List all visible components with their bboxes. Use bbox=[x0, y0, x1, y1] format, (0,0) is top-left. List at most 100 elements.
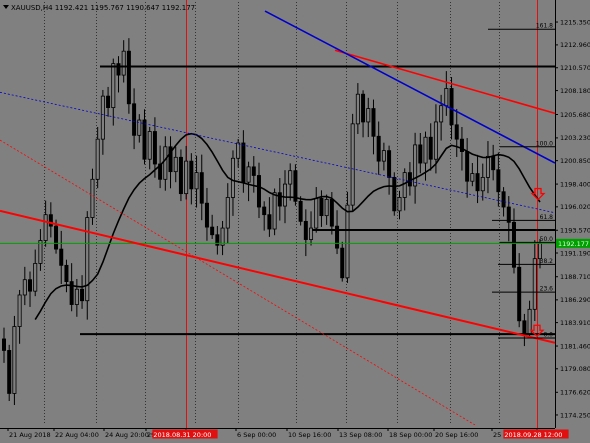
candle-body bbox=[28, 279, 33, 292]
candle-body bbox=[132, 103, 137, 136]
fib-level-label: 161.8 bbox=[536, 23, 553, 30]
candle-body bbox=[230, 157, 235, 198]
price-tick-label: 1208.180 bbox=[560, 87, 590, 95]
candle-body bbox=[17, 294, 22, 327]
candle-body bbox=[7, 350, 12, 394]
candle-body bbox=[371, 108, 376, 137]
price-tick-label: 1186.290 bbox=[560, 296, 590, 304]
candle-body bbox=[12, 326, 17, 394]
price-tick-label: 1196.020 bbox=[560, 203, 590, 211]
candle-body bbox=[485, 155, 490, 178]
candle-body bbox=[470, 173, 475, 182]
candle-body bbox=[85, 217, 90, 302]
price-tick-label: 1188.710 bbox=[560, 273, 590, 281]
time-tick-label: 22 Aug 04:00 bbox=[55, 431, 99, 439]
candle-body bbox=[418, 144, 423, 164]
candle-body bbox=[298, 200, 303, 222]
candle-body bbox=[111, 63, 116, 109]
current-price-label: 1192.177 bbox=[558, 240, 589, 248]
candle-body bbox=[517, 266, 522, 322]
candle-body bbox=[387, 150, 392, 178]
candle-body bbox=[449, 88, 454, 126]
candle-body bbox=[236, 142, 241, 159]
candle-body bbox=[43, 214, 48, 241]
time-tick-label: 13 Sep 08:00 bbox=[339, 431, 382, 439]
candle-body bbox=[64, 264, 69, 282]
candle-body bbox=[220, 227, 225, 246]
candle-body bbox=[465, 151, 470, 182]
candle-body bbox=[74, 288, 79, 305]
candle-body bbox=[80, 288, 85, 302]
candle-body bbox=[345, 204, 350, 279]
candle-body bbox=[272, 192, 277, 230]
candle-body bbox=[178, 156, 183, 195]
candle-body bbox=[491, 155, 496, 171]
candle-body bbox=[496, 169, 501, 193]
symbol-header: XAUUSD,H4 1192.421 1195.767 1190.647 119… bbox=[3, 4, 195, 12]
price-tick-label: 1205.680 bbox=[560, 111, 590, 119]
time-tick-label: 10 Sep 16:00 bbox=[288, 431, 331, 439]
candle-body bbox=[90, 178, 95, 218]
candle-body bbox=[392, 176, 397, 212]
candle-body bbox=[163, 146, 168, 180]
symbol-label: XAUUSD,H4 1192.421 1195.767 1190.647 119… bbox=[11, 4, 195, 12]
price-tick-label: 1191.190 bbox=[560, 249, 590, 257]
candle-body bbox=[350, 123, 355, 206]
candle-body bbox=[2, 338, 7, 351]
candle-body bbox=[454, 124, 459, 140]
candle-body bbox=[121, 50, 126, 76]
candle-body bbox=[522, 320, 527, 335]
candle-body bbox=[22, 279, 27, 296]
candle-body bbox=[532, 258, 537, 310]
time-tick-label: 6 Sep 00:00 bbox=[237, 431, 276, 439]
price-tick-label: 1198.400 bbox=[560, 180, 590, 188]
fib-level-label: 0.0 bbox=[543, 332, 553, 339]
candle-body bbox=[366, 108, 371, 123]
candle-body bbox=[262, 206, 267, 216]
candle-body bbox=[184, 160, 189, 195]
candle-body bbox=[538, 242, 543, 260]
candle-body bbox=[256, 175, 261, 208]
price-tick-label: 1179.080 bbox=[560, 365, 590, 373]
price-tick-label: 1181.460 bbox=[560, 342, 590, 350]
candle-body bbox=[413, 144, 418, 187]
candle-body bbox=[288, 170, 293, 185]
candle-body bbox=[142, 119, 147, 160]
candle-body bbox=[376, 135, 381, 162]
price-tick-label: 1215.350 bbox=[560, 18, 590, 26]
candle-body bbox=[480, 176, 485, 192]
time-tick-label: 18 Sep 00:00 bbox=[389, 431, 432, 439]
price-tick-label: 1193.570 bbox=[560, 227, 590, 235]
candle-body bbox=[189, 160, 194, 190]
candle-body bbox=[340, 247, 345, 279]
candle-body bbox=[439, 105, 444, 123]
fib-level-label: 23.6 bbox=[540, 286, 554, 293]
candle-body bbox=[475, 173, 480, 192]
candle-body bbox=[199, 172, 204, 204]
candle-body bbox=[501, 191, 506, 208]
price-tick-label: 1200.850 bbox=[560, 157, 590, 165]
candle-body bbox=[433, 121, 438, 160]
candle-body bbox=[428, 136, 433, 160]
candle-body bbox=[397, 197, 402, 212]
candle-body bbox=[59, 248, 64, 266]
candle-body bbox=[355, 93, 360, 125]
candle-body bbox=[173, 156, 178, 173]
candle-body bbox=[381, 150, 386, 162]
price-chart[interactable]: 161.8 100.0 61.8 50.0 38.2 23.6 0.0 1215.350 12… bbox=[0, 0, 590, 443]
candle-body bbox=[277, 192, 282, 207]
fib-level-label: 50.0 bbox=[540, 236, 554, 243]
candle-body bbox=[314, 198, 319, 229]
candle-body bbox=[283, 183, 288, 207]
time-tick-label: 24 Aug 20:00 bbox=[105, 431, 149, 439]
candle-body bbox=[402, 172, 407, 198]
candle-body bbox=[48, 214, 53, 227]
price-tick-label: 1203.230 bbox=[560, 134, 590, 142]
candle-body bbox=[303, 220, 308, 240]
time-tick-label: 2018.08.31 20:00 bbox=[153, 431, 211, 439]
candle-body bbox=[210, 226, 215, 236]
price-tick-label: 1210.570 bbox=[560, 64, 590, 72]
fib-level-label: 38.2 bbox=[540, 258, 554, 265]
candle-body bbox=[126, 50, 131, 105]
candle-body bbox=[329, 198, 334, 227]
